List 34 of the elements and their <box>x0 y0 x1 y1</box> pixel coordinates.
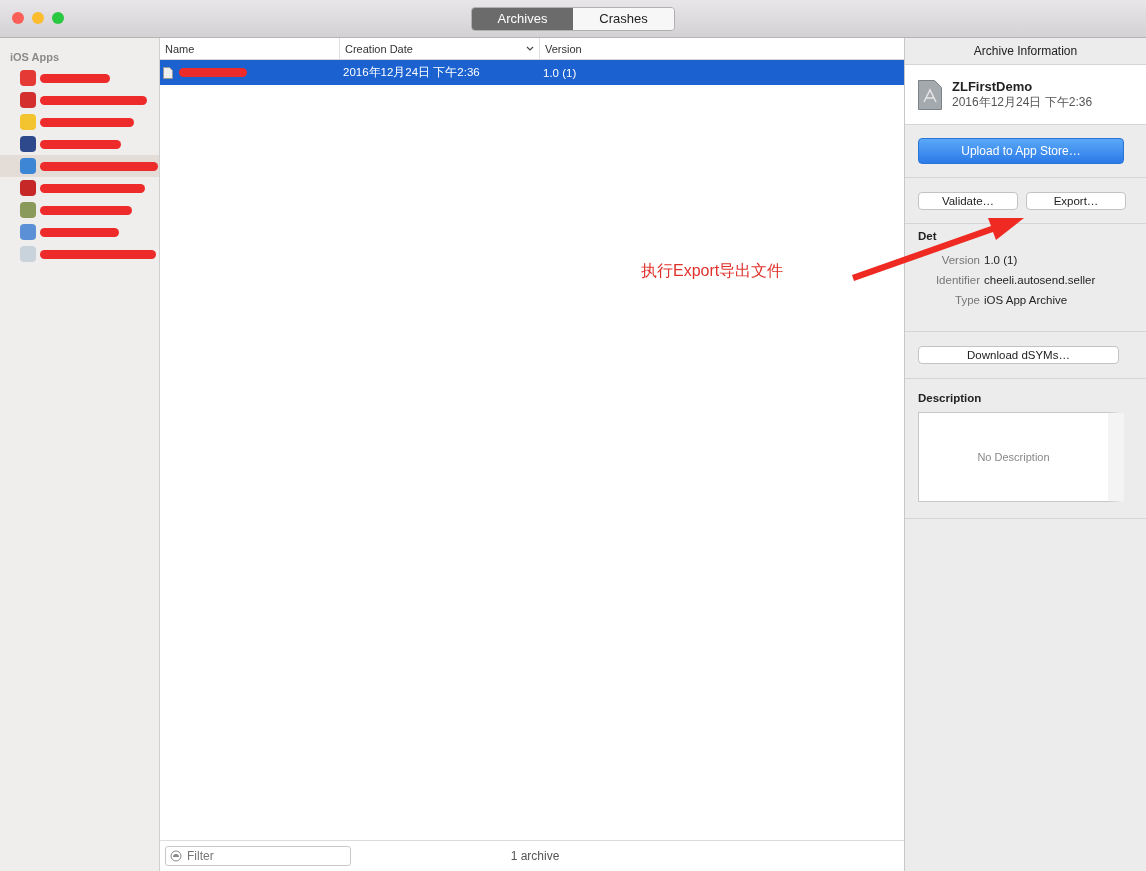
archive-count: 1 archive <box>510 849 560 863</box>
detail-value: iOS App Archive <box>984 294 1068 306</box>
table-cell: 2016年12月24日 下午2:36 <box>343 65 480 80</box>
tab[interactable]: Crashes <box>573 7 674 30</box>
section-heading: iOS Apps <box>9 51 60 63</box>
column-header[interactable]: Name <box>160 38 340 59</box>
download-dsyms-button[interactable]: Download dSYMs… <box>918 346 1119 364</box>
detail-value: 1.0 (1) <box>984 254 1018 266</box>
redaction-mark <box>40 73 110 83</box>
table-row[interactable]: 2016年12月24日 下午2:36 1.0 (1) <box>160 60 904 85</box>
export-button[interactable]: Export… <box>1026 191 1126 210</box>
section-heading: Det <box>918 230 937 242</box>
validate-button[interactable]: Validate… <box>918 191 1018 210</box>
filter-field[interactable]: Filter <box>165 846 351 866</box>
redaction-mark <box>179 68 247 77</box>
section-heading: Description <box>918 392 982 404</box>
table-cell: 1.0 (1) <box>543 66 577 79</box>
filter-icon <box>170 850 182 862</box>
detail-label: Type <box>955 294 980 306</box>
window-controls-icon[interactable] <box>12 12 64 24</box>
panel-title: Archive Information <box>973 44 1078 58</box>
archive-icon <box>918 79 942 110</box>
document-icon <box>163 66 173 79</box>
archive-name: ZLFirstDemo <box>952 78 1034 94</box>
column-header[interactable]: Creation Date <box>340 38 540 59</box>
description-field[interactable]: No Description <box>918 412 1124 502</box>
column-header[interactable]: Version <box>540 38 904 59</box>
detail-label: Identifier <box>935 274 980 286</box>
tab[interactable]: Archives <box>472 7 573 30</box>
sidebar-item[interactable] <box>0 155 159 177</box>
annotation-text: 执行Export导出文件 <box>641 261 784 281</box>
detail-value: cheeli.autosend.seller <box>984 274 1096 286</box>
detail-label: Version <box>941 254 980 266</box>
archive-date: 2016年12月24日 下午2:36 <box>952 93 1093 111</box>
